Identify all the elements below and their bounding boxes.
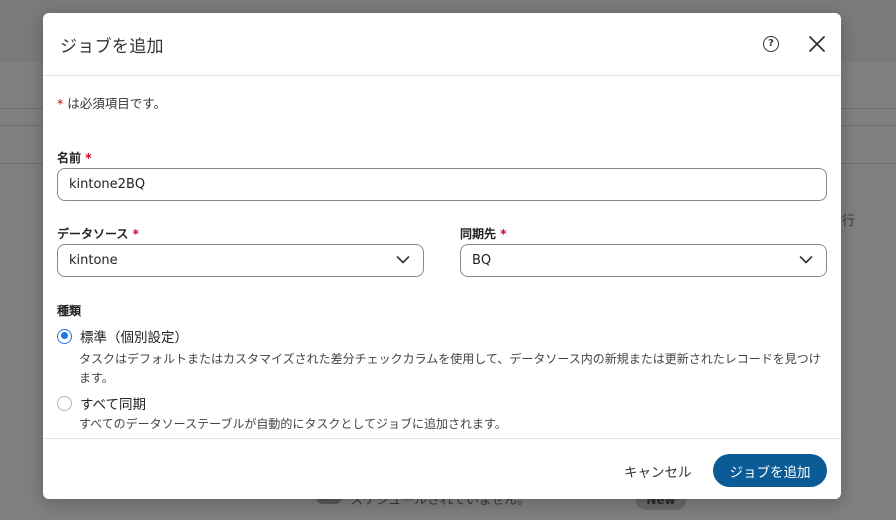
- type-option-description: すべてのデータソーステーブルが自動的にタスクとしてジョブに追加されます。: [79, 417, 507, 431]
- required-note: * は必須項目です。: [57, 93, 166, 112]
- data-source-label: データソース *: [57, 225, 139, 242]
- required-mark: *: [85, 151, 92, 165]
- type-option-description: タスクはデフォルトまたはカスタマイズされた差分チェックカラムを使用して、データソ…: [79, 352, 821, 385]
- radio-button-selected[interactable]: [57, 328, 72, 344]
- required-mark: *: [57, 96, 64, 111]
- close-icon[interactable]: [806, 33, 828, 55]
- cancel-button[interactable]: キャンセル: [614, 455, 702, 487]
- destination-value: BQ: [472, 253, 492, 268]
- name-label: 名前 *: [57, 149, 91, 166]
- chevron-down-icon: [396, 256, 410, 264]
- type-option-label: すべて同期: [80, 397, 147, 413]
- type-option-label: 標準（個別設定）: [80, 330, 188, 346]
- type-label: 種類: [57, 304, 82, 318]
- type-option-standard[interactable]: 標準（個別設定）: [57, 326, 188, 346]
- data-source-select[interactable]: kintone: [57, 244, 424, 277]
- name-input[interactable]: [57, 168, 827, 201]
- required-mark: *: [132, 227, 139, 241]
- add-job-dialog: ジョブを追加 ? * は必須項目です。 名前 * データソース * kinton…: [43, 13, 841, 499]
- background-column-text: 行: [842, 214, 856, 229]
- type-option-sync-all[interactable]: すべて同期: [57, 393, 146, 413]
- dialog-footer: キャンセル ジョブを追加: [43, 438, 841, 499]
- dialog-title: ジョブを追加: [60, 37, 164, 57]
- dialog-body: * は必須項目です。 名前 * データソース * kintone 同期先 * B…: [43, 76, 841, 438]
- name-label-text: 名前: [57, 151, 82, 165]
- destination-select[interactable]: BQ: [460, 244, 827, 277]
- data-source-label-text: データソース: [57, 227, 129, 241]
- radio-button[interactable]: [57, 395, 72, 411]
- help-icon[interactable]: ?: [763, 36, 779, 52]
- required-note-text: は必須項目です。: [67, 96, 166, 111]
- required-mark: *: [500, 227, 507, 241]
- dialog-header: ジョブを追加 ?: [43, 13, 841, 76]
- chevron-down-icon: [799, 256, 813, 264]
- destination-label: 同期先 *: [460, 225, 506, 242]
- add-job-button[interactable]: ジョブを追加: [713, 454, 827, 487]
- data-source-value: kintone: [69, 253, 118, 268]
- destination-label-text: 同期先: [460, 227, 497, 241]
